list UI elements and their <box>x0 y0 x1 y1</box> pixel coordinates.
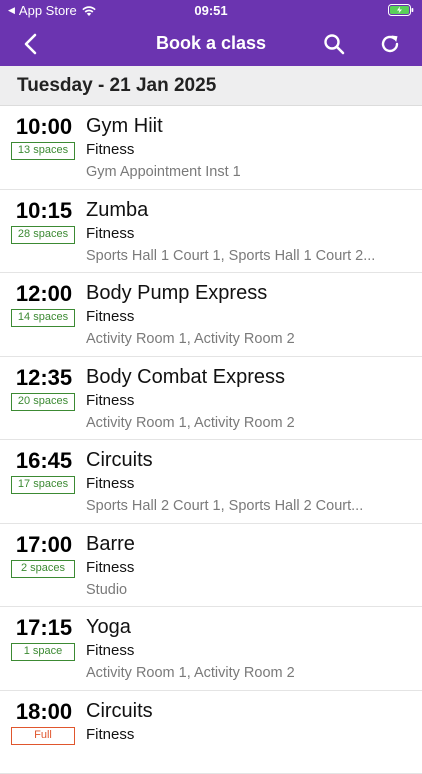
class-name: Circuits <box>86 700 153 723</box>
class-location: Activity Room 1, Activity Room 2 <box>86 415 386 431</box>
page-title: Book a class <box>0 33 422 54</box>
date-section-header: Tuesday - 21 Jan 2025 <box>0 66 422 106</box>
class-row[interactable]: 12:35 20 spaces Body Combat Express Fitn… <box>0 357 422 441</box>
class-category: Fitness <box>86 642 134 659</box>
class-name: Barre <box>86 533 135 556</box>
date-label: Tuesday - 21 Jan 2025 <box>17 75 216 97</box>
class-time: 12:00 <box>14 281 74 307</box>
spaces-badge: 2 spaces <box>11 560 75 578</box>
class-row[interactable]: 17:00 2 spaces Barre Fitness Studio <box>0 524 422 608</box>
class-time: 12:35 <box>14 365 74 391</box>
search-icon <box>323 33 345 55</box>
class-row[interactable]: 10:00 13 spaces Gym Hiit Fitness Gym App… <box>0 106 422 190</box>
class-location: Studio <box>86 582 386 598</box>
app-header: ◀ App Store 09:51 Book a class <box>0 0 422 66</box>
class-category: Fitness <box>86 475 134 492</box>
class-category: Fitness <box>86 392 134 409</box>
spaces-badge: 13 spaces <box>11 142 75 160</box>
class-time: 16:45 <box>14 448 74 474</box>
search-button[interactable] <box>320 30 348 58</box>
spaces-badge: 1 space <box>11 643 75 661</box>
class-name: Body Combat Express <box>86 366 285 389</box>
class-category: Fitness <box>86 559 134 576</box>
class-time: 10:15 <box>14 198 74 224</box>
class-list: 10:00 13 spaces Gym Hiit Fitness Gym App… <box>0 106 422 774</box>
class-category: Fitness <box>86 726 134 743</box>
class-location: Gym Appointment Inst 1 <box>86 164 386 180</box>
refresh-icon <box>379 33 401 55</box>
class-time: 18:00 <box>14 699 74 725</box>
class-row[interactable]: 12:00 14 spaces Body Pump Express Fitnes… <box>0 273 422 357</box>
class-row[interactable]: 17:15 1 space Yoga Fitness Activity Room… <box>0 607 422 691</box>
class-category: Fitness <box>86 141 134 158</box>
class-name: Body Pump Express <box>86 282 267 305</box>
spaces-badge: 14 spaces <box>11 309 75 327</box>
refresh-button[interactable] <box>376 30 404 58</box>
class-location: Sports Hall 1 Court 1, Sports Hall 1 Cou… <box>86 248 386 264</box>
status-bar: ◀ App Store 09:51 <box>0 0 422 22</box>
class-time: 17:15 <box>14 615 74 641</box>
class-name: Yoga <box>86 616 131 639</box>
spaces-badge: 28 spaces <box>11 226 75 244</box>
status-time: 09:51 <box>0 3 422 18</box>
class-location: Sports Hall 2 Court 1, Sports Hall 2 Cou… <box>86 498 386 514</box>
class-row[interactable]: 10:15 28 spaces Zumba Fitness Sports Hal… <box>0 190 422 274</box>
class-row[interactable]: 18:00 Full Circuits Fitness <box>0 691 422 774</box>
nav-bar: Book a class <box>0 22 422 66</box>
class-name: Zumba <box>86 199 148 222</box>
class-category: Fitness <box>86 225 134 242</box>
class-time: 17:00 <box>14 532 74 558</box>
class-name: Circuits <box>86 449 153 472</box>
class-location: Activity Room 1, Activity Room 2 <box>86 665 386 681</box>
full-badge: Full <box>11 727 75 745</box>
spaces-badge: 17 spaces <box>11 476 75 494</box>
class-category: Fitness <box>86 308 134 325</box>
class-name: Gym Hiit <box>86 115 163 138</box>
spaces-badge: 20 spaces <box>11 393 75 411</box>
class-row[interactable]: 16:45 17 spaces Circuits Fitness Sports … <box>0 440 422 524</box>
battery-icon <box>388 4 414 19</box>
class-location: Activity Room 1, Activity Room 2 <box>86 331 386 347</box>
class-time: 10:00 <box>14 114 74 140</box>
